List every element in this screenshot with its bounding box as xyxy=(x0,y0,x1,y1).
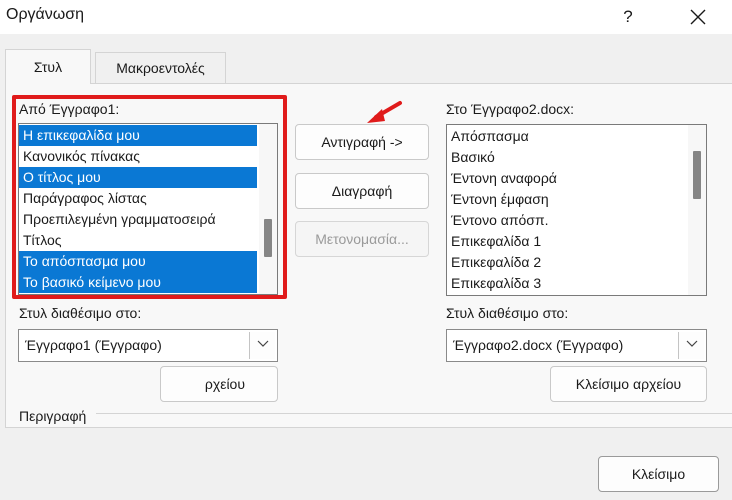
delete-button[interactable]: Διαγραφή xyxy=(295,173,429,209)
list-item[interactable]: Έντονη έμφαση xyxy=(447,189,685,210)
right-close-file-button[interactable]: Κλείσιμο αρχείου xyxy=(550,366,707,402)
right-list-label: Στο Έγγραφο2.docx: xyxy=(446,101,575,117)
right-available-dropdown[interactable]: Έγγραφο2.docx (Έγγραφο) xyxy=(446,329,707,362)
title-bar: Οργάνωση ? xyxy=(0,0,732,34)
list-item[interactable]: Επικεφαλίδα 1 xyxy=(447,231,685,252)
list-item[interactable]: Βασικό xyxy=(447,147,685,168)
left-available-value: Έγγραφο1 (Έγγραφο) xyxy=(25,337,162,353)
rename-button[interactable]: Μετονομασία... xyxy=(295,221,429,257)
annotation-arrow-icon xyxy=(367,101,402,123)
description-divider xyxy=(96,413,732,414)
window-close-button[interactable] xyxy=(680,4,716,30)
left-close-file-button[interactable]: ρχείου xyxy=(160,366,278,402)
right-style-list[interactable]: Απόσπασμα Βασικό Έντονη αναφορά Έντονη έ… xyxy=(446,124,707,296)
list-item[interactable]: Επικεφαλίδα 2 xyxy=(447,252,685,273)
close-button[interactable]: Κλείσιμο xyxy=(598,456,719,492)
list-item[interactable]: Επικεφαλίδα 3 xyxy=(447,273,685,294)
right-available-label: Στυλ διαθέσιμο στο: xyxy=(446,305,569,321)
right-list-scroll-thumb[interactable] xyxy=(693,151,701,199)
chevron-down-icon xyxy=(257,340,268,347)
list-item[interactable]: Έντονο απόσπ. xyxy=(447,210,685,231)
copy-button[interactable]: Αντιγραφή -> xyxy=(295,124,429,160)
description-label: Περιγραφή xyxy=(19,408,87,424)
tab-styles[interactable]: Στυλ xyxy=(5,49,91,84)
tab-macros[interactable]: Μακροεντολές xyxy=(95,52,226,83)
list-item[interactable]: Έντονη αναφορά xyxy=(447,168,685,189)
left-available-dropdown[interactable]: Έγγραφο1 (Έγγραφο) xyxy=(18,329,278,362)
left-available-label: Στυλ διαθέσιμο στο: xyxy=(19,305,142,321)
right-dropdown-arrow[interactable] xyxy=(678,332,704,359)
tab-strip: Στυλ Μακροεντολές xyxy=(0,49,732,84)
chevron-down-icon xyxy=(686,340,697,347)
close-icon xyxy=(690,9,706,25)
window-title: Οργάνωση xyxy=(6,6,85,23)
left-dropdown-arrow[interactable] xyxy=(249,332,275,359)
help-button[interactable]: ? xyxy=(614,4,642,30)
highlight-frame xyxy=(12,95,287,299)
right-available-value: Έγγραφο2.docx (Έγγραφο) xyxy=(453,337,624,353)
list-item[interactable]: Απόσπασμα xyxy=(447,126,685,147)
right-list-scrollbar[interactable] xyxy=(688,125,706,295)
